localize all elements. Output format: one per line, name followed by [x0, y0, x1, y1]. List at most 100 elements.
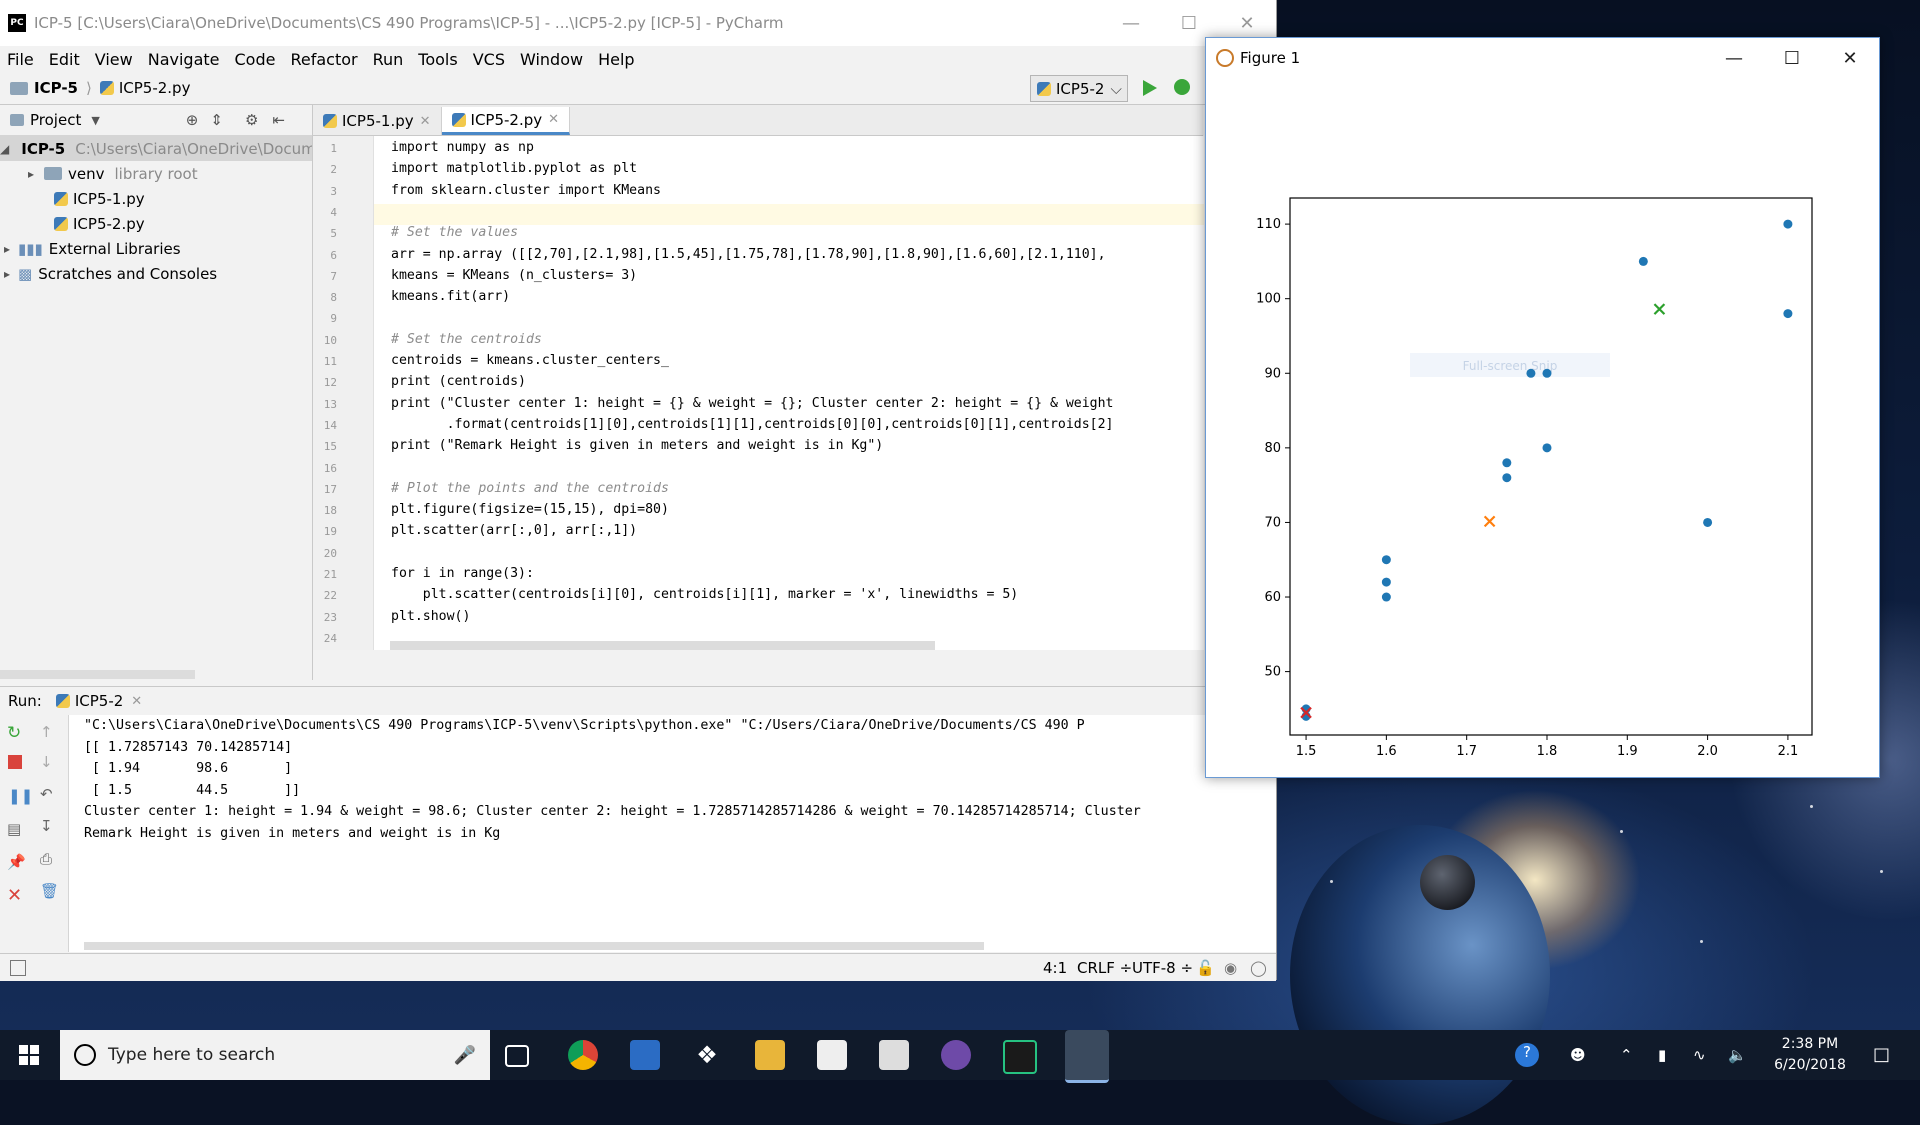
menu-window[interactable]: Window [513, 50, 591, 69]
line-number: 20 [323, 546, 337, 560]
chevron-up-icon[interactable]: ⌃ [1620, 1046, 1633, 1064]
trash-icon[interactable]: 🗑 [40, 882, 59, 900]
photos-icon[interactable] [879, 1040, 909, 1070]
battery-icon[interactable]: ▮ [1658, 1046, 1666, 1064]
print-icon[interactable]: ⎙ [40, 850, 56, 868]
menu-tools[interactable]: Tools [411, 50, 465, 69]
run-icon[interactable] [1143, 80, 1157, 96]
maximize-button[interactable]: ☐ [1763, 38, 1821, 78]
console-horizontal-scrollbar[interactable] [84, 942, 984, 950]
mail-icon[interactable] [817, 1040, 847, 1070]
minimize-button[interactable]: — [1705, 38, 1763, 78]
clock-time: 2:38 PM [1781, 1036, 1839, 1052]
tab-icp5-2[interactable]: ICP5-2.py ✕ [441, 107, 571, 135]
notifications-icon[interactable]: □ [1873, 1044, 1890, 1065]
hide-panel-icon[interactable]: ⇤ [272, 111, 285, 129]
tab-icp5-1[interactable]: ICP5-1.py ✕ [313, 107, 442, 135]
code-editor[interactable]: import numpy as np import matplotlib.pypl… [374, 136, 1204, 650]
menu-view[interactable]: View [88, 50, 141, 69]
matplotlib-taskbar-icon[interactable] [1065, 1030, 1109, 1083]
menu-refactor[interactable]: Refactor [283, 50, 365, 69]
inspector-icon[interactable]: ◉ [1224, 959, 1237, 977]
pin-icon[interactable]: 📌 [7, 853, 26, 871]
tree-item-scratches[interactable]: ▸ ▩ Scratches and Consoles [0, 261, 312, 286]
pause-icon[interactable]: ❚❚ [8, 787, 33, 805]
close-icon[interactable]: ✕ [548, 112, 559, 127]
console-output[interactable]: "C:\Users\Ciara\OneDrive\Documents\CS 49… [69, 715, 1276, 952]
editor-horizontal-scrollbar[interactable] [390, 641, 935, 650]
figure-titlebar[interactable]: Figure 1 — ☐ ✕ [1206, 38, 1879, 78]
close-icon[interactable]: ✕ [7, 885, 23, 906]
file-explorer-icon[interactable] [755, 1040, 785, 1070]
expand-arrow-icon[interactable]: ▸ [24, 167, 38, 181]
x-tick-label: 1.6 [1376, 744, 1397, 759]
arrow-down-icon[interactable]: ↓ [40, 753, 56, 771]
breadcrumb-file[interactable]: ICP5-2.py [119, 79, 191, 97]
gear-icon[interactable]: ⚙ [245, 111, 258, 129]
menu-help[interactable]: Help [591, 50, 642, 69]
expand-arrow-icon[interactable]: ▸ [0, 242, 14, 256]
lock-icon[interactable]: 🔓 [1196, 959, 1215, 977]
search-icon[interactable]: ◯ [1250, 959, 1267, 977]
y-tick-label: 100 [1256, 292, 1281, 307]
store-icon[interactable] [630, 1040, 660, 1070]
run-configuration-select[interactable]: ICP5-2 ⌵ [1030, 75, 1128, 102]
rerun-icon[interactable]: ↻ [7, 723, 23, 743]
dropbox-icon[interactable]: ❖ [692, 1040, 722, 1070]
scatter-plot: 1.5 1.6 1.7 1.8 1.9 2.0 2.1 50 60 70 80 90 100 110 Ful… [1256, 197, 1813, 759]
microphone-icon[interactable]: 🎤 [454, 1045, 476, 1066]
chrome-icon[interactable] [568, 1040, 598, 1070]
horizontal-scrollbar[interactable] [0, 670, 195, 679]
tree-item-external-libraries[interactable]: ▸ ▮▮▮ External Libraries [0, 236, 312, 261]
console-line: [[ 1.72857143 70.14285714] [84, 739, 293, 755]
debug-icon[interactable] [1174, 79, 1190, 95]
close-icon[interactable]: ✕ [420, 114, 431, 129]
layout-icon[interactable]: ▤ [7, 820, 23, 838]
breadcrumb-project[interactable]: ICP-5 [34, 79, 78, 97]
menu-vcs[interactable]: VCS [466, 50, 513, 69]
scroll-to-end-icon[interactable]: ↧ [40, 817, 56, 835]
run-tab-label[interactable]: ICP5-2 [75, 692, 123, 710]
locate-icon[interactable]: ⊕ [186, 111, 199, 129]
soft-wrap-icon[interactable]: ↶ [40, 785, 56, 803]
start-button[interactable] [0, 1030, 58, 1080]
menu-navigate[interactable]: Navigate [141, 50, 228, 69]
tree-item-venv[interactable]: ▸ venv library root [0, 161, 312, 186]
github-icon[interactable] [941, 1040, 971, 1070]
tree-item-project-root[interactable]: ◢ ICP-5 C:\Users\Ciara\OneDrive\Document… [0, 136, 312, 161]
collapse-all-icon[interactable]: ⇕ [210, 111, 223, 129]
menu-edit[interactable]: Edit [42, 50, 88, 69]
expand-arrow-icon[interactable]: ◢ [0, 142, 9, 156]
caret-position[interactable]: 4:1 [1043, 959, 1067, 977]
minimize-button[interactable]: — [1102, 0, 1160, 46]
tree-item-file[interactable]: ICP5-2.py [0, 211, 312, 236]
tree-item-label: External Libraries [48, 239, 181, 258]
volume-icon[interactable]: 🔈 [1728, 1046, 1747, 1064]
close-icon[interactable]: ✕ [131, 694, 142, 709]
stop-icon[interactable] [8, 755, 22, 769]
people-icon[interactable]: ☻ [1570, 1046, 1586, 1064]
menu-code[interactable]: Code [228, 50, 284, 69]
tool-window-icon[interactable] [10, 960, 26, 976]
line-number: 16 [323, 461, 337, 475]
menu-run[interactable]: Run [366, 50, 412, 69]
file-encoding[interactable]: UTF-8 ÷ [1132, 959, 1193, 977]
expand-arrow-icon[interactable]: ▸ [0, 267, 14, 281]
window-titlebar[interactable]: PC ICP-5 [C:\Users\Ciara\OneDrive\Docume… [0, 0, 1276, 46]
help-icon[interactable]: ? [1515, 1043, 1539, 1067]
taskbar-search[interactable]: Type here to search 🎤 [60, 1030, 490, 1080]
arrow-up-icon[interactable]: ↑ [40, 723, 56, 741]
taskbar: Type here to search 🎤 ❖ ? ☻ ⌃ ▮ ∿ 🔈 2:38… [0, 1030, 1920, 1083]
code-line: .format(centroids[1][0],centroids[1][1],… [391, 416, 1114, 432]
chevron-down-icon[interactable]: ▼ [91, 114, 99, 127]
task-view-icon[interactable] [505, 1045, 529, 1067]
close-button[interactable]: ✕ [1821, 38, 1879, 78]
y-tick-label: 70 [1264, 515, 1281, 530]
wifi-icon[interactable]: ∿ [1693, 1046, 1706, 1064]
menu-file[interactable]: File [0, 50, 42, 69]
tree-item-file[interactable]: ICP5-1.py [0, 186, 312, 211]
project-panel-header[interactable]: Project ▼ ⊕ ⇕ ⚙ ⇤ [0, 105, 312, 136]
pycharm-icon[interactable] [1003, 1040, 1037, 1074]
line-separator[interactable]: CRLF ÷ [1077, 959, 1132, 977]
system-clock[interactable]: 2:38 PM 6/20/2018 [1760, 1034, 1860, 1076]
